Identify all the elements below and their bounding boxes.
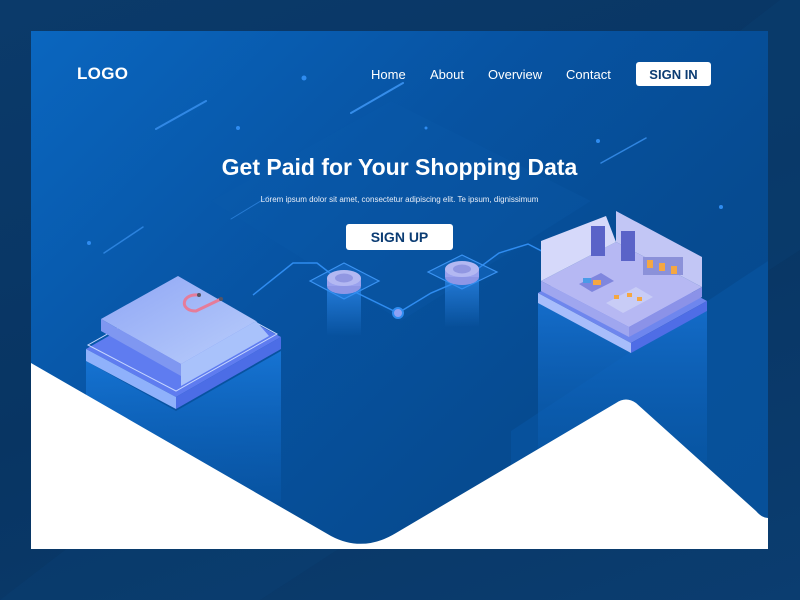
nav-contact[interactable]: Contact bbox=[566, 67, 611, 82]
nav-about[interactable]: About bbox=[430, 67, 464, 82]
logo[interactable]: LOGO bbox=[77, 64, 128, 84]
nav-overview[interactable]: Overview bbox=[488, 67, 542, 82]
bg-diamond bbox=[211, 101, 591, 321]
hero-illustration bbox=[31, 75, 768, 549]
sign-in-button[interactable]: SIGN IN bbox=[636, 62, 711, 86]
connection-node bbox=[392, 307, 404, 319]
nav-home[interactable]: Home bbox=[371, 67, 406, 82]
landing-card: LOGO Home About Overview Contact SIGN IN… bbox=[31, 31, 768, 549]
hero-title: Get Paid for Your Shopping Data bbox=[221, 154, 578, 180]
hero-subtitle: Lorem ipsum dolor sit amet, consectetur … bbox=[260, 195, 539, 204]
sign-up-button[interactable]: SIGN UP bbox=[346, 224, 453, 250]
